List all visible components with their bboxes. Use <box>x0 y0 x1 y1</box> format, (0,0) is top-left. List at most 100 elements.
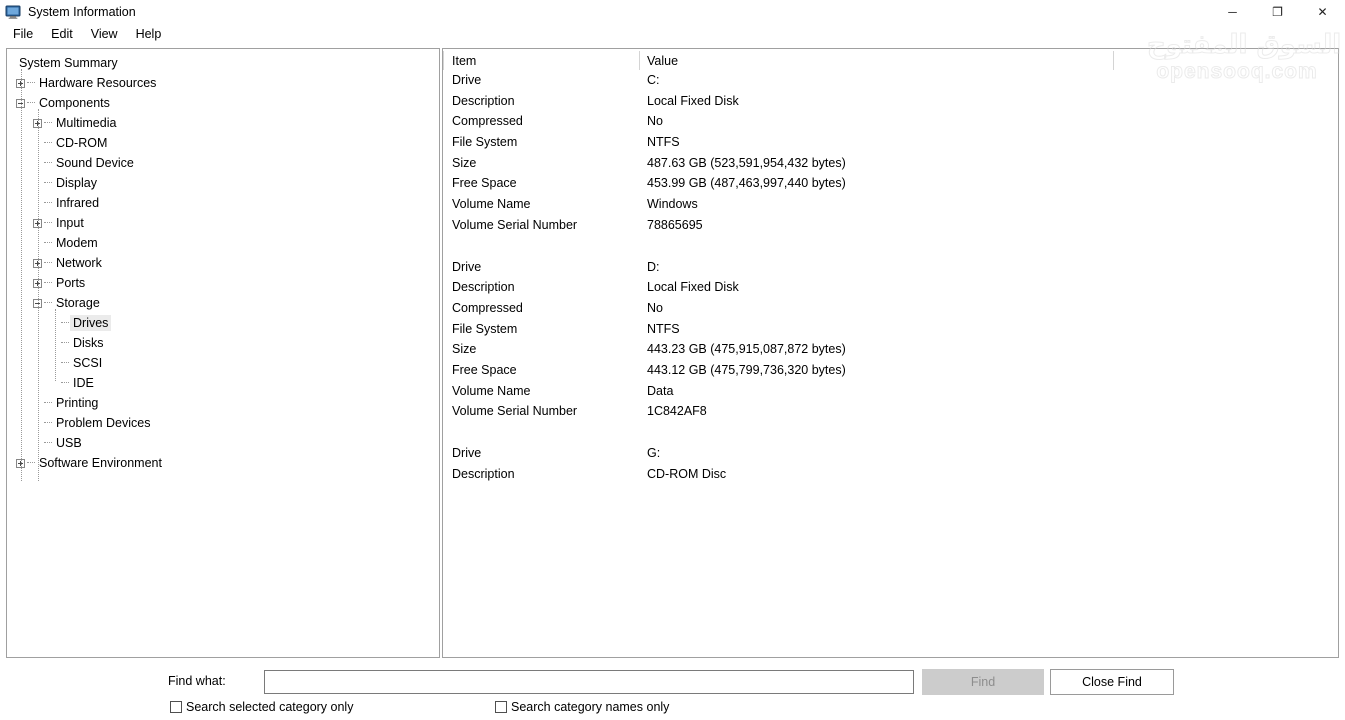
tree-item-system-summary[interactable]: System Summary <box>7 53 439 73</box>
tree-item-label: Drives <box>70 315 112 331</box>
close-find-button[interactable]: Close Find <box>1050 669 1174 695</box>
detail-cell-value: No <box>647 114 663 129</box>
detail-cell-value: C: <box>647 73 660 87</box>
detail-cell-item: Size <box>452 155 477 170</box>
tree-item-drives[interactable]: Drives <box>7 313 439 333</box>
find-bar: Find what: Find Close Find Search select… <box>0 662 1345 720</box>
detail-row[interactable]: Description CD-ROM Disc <box>443 465 1338 486</box>
tree-item-input[interactable]: Input <box>7 213 439 233</box>
tree-connector <box>44 202 52 204</box>
close-icon[interactable]: ✕ <box>1300 0 1345 24</box>
tree-connector <box>44 442 52 444</box>
detail-cell-item: Free Space <box>452 362 517 377</box>
detail-list-rows: Drive C: Description Local Fixed Disk Compre… <box>443 71 1338 485</box>
menu-item-file[interactable]: File <box>7 25 42 43</box>
tree-connector <box>27 102 35 104</box>
tree-guide-line <box>38 109 39 481</box>
detail-cell-item: Description <box>452 93 515 108</box>
detail-row[interactable]: Volume Serial Number 78865695 <box>443 216 1338 237</box>
detail-row[interactable]: File System NTFS <box>443 320 1338 341</box>
search-category-names-label: Search category names only <box>511 700 670 714</box>
tree-item-sound-device[interactable]: Sound Device <box>7 153 439 173</box>
tree-connector <box>44 302 52 304</box>
detail-row[interactable]: Size 443.23 GB (475,915,087,872 bytes) <box>443 340 1338 361</box>
tree-connector <box>44 142 52 144</box>
detail-row[interactable]: Compressed No <box>443 299 1338 320</box>
detail-cell-value: Data <box>647 383 674 398</box>
detail-cell-value: D: <box>647 259 660 274</box>
tree-item-label: Hardware Resources <box>39 76 157 90</box>
column-header-item[interactable]: Item <box>452 54 476 68</box>
detail-cell-value: 78865695 <box>647 217 703 232</box>
find-button[interactable]: Find <box>922 669 1044 695</box>
tree-connector <box>44 162 52 164</box>
tree-item-label: Problem Devices <box>56 416 151 430</box>
detail-row[interactable]: Volume Name Data <box>443 382 1338 403</box>
tree-item-label: Infrared <box>56 196 100 210</box>
tree-item-network[interactable]: Network <box>7 253 439 273</box>
maximize-icon[interactable]: ❐ <box>1255 0 1300 24</box>
detail-row[interactable]: Compressed No <box>443 112 1338 133</box>
tree-item-storage[interactable]: Storage <box>7 293 439 313</box>
search-category-names-checkbox[interactable]: Search category names only <box>495 700 669 714</box>
detail-row-spacer <box>443 237 1338 258</box>
minimize-icon[interactable]: ─ <box>1210 0 1255 24</box>
detail-row[interactable]: File System NTFS <box>443 133 1338 154</box>
detail-cell-value: 453.99 GB (487,463,997,440 bytes) <box>647 176 846 191</box>
find-input[interactable] <box>264 670 914 694</box>
detail-cell-value: Local Fixed Disk <box>647 280 739 295</box>
detail-list-panel: Item Value Drive C: Description Local Fixed… <box>442 48 1339 658</box>
detail-row[interactable]: Drive C: <box>443 71 1338 92</box>
tree-item-cd-rom[interactable]: CD-ROM <box>7 133 439 153</box>
column-header-value[interactable]: Value <box>647 54 678 68</box>
checkbox-box-icon[interactable] <box>495 701 507 713</box>
detail-list-header: Item Value <box>443 49 1338 71</box>
tree-item-components[interactable]: Components <box>7 93 439 113</box>
detail-cell-item: Description <box>452 466 515 481</box>
menu-item-view[interactable]: View <box>85 25 127 43</box>
tree-item-ports[interactable]: Ports <box>7 273 439 293</box>
detail-row[interactable]: Size 487.63 GB (523,591,954,432 bytes) <box>443 154 1338 175</box>
column-separator[interactable] <box>639 51 640 70</box>
detail-row[interactable]: Description Local Fixed Disk <box>443 92 1338 113</box>
detail-row[interactable]: Volume Serial Number 1C842AF8 <box>443 402 1338 423</box>
menu-item-edit[interactable]: Edit <box>45 25 82 43</box>
tree-guide-line <box>55 309 56 381</box>
detail-row[interactable]: Free Space 443.12 GB (475,799,736,320 byt… <box>443 361 1338 382</box>
tree-guide-line <box>21 69 22 481</box>
detail-cell-value: CD-ROM Disc <box>647 466 727 481</box>
search-selected-category-checkbox[interactable]: Search selected category only <box>170 700 353 714</box>
detail-cell-item: Compressed <box>452 114 523 129</box>
tree-connector <box>61 342 69 344</box>
detail-row[interactable]: Drive D: <box>443 258 1338 279</box>
detail-cell-value: 443.23 GB (475,915,087,872 bytes) <box>647 342 846 357</box>
tree-item-disks[interactable]: Disks <box>7 333 439 353</box>
detail-row[interactable]: Volume Name Windows <box>443 195 1338 216</box>
detail-cell-value: G: <box>647 446 661 460</box>
detail-cell-item: Volume Serial Number <box>452 217 578 232</box>
detail-cell-value: No <box>647 300 663 315</box>
tree-item-usb[interactable]: USB <box>7 433 439 453</box>
tree-item-problem-devices[interactable]: Problem Devices <box>7 413 439 433</box>
detail-row[interactable]: Description Local Fixed Disk <box>443 278 1338 299</box>
tree-item-modem[interactable]: Modem <box>7 233 439 253</box>
column-separator <box>443 51 444 70</box>
tree-item-printing[interactable]: Printing <box>7 393 439 413</box>
detail-cell-value: 1C842AF8 <box>647 404 707 419</box>
tree-item-ide[interactable]: IDE <box>7 373 439 393</box>
detail-row[interactable]: Drive G: <box>443 444 1338 465</box>
tree-item-multimedia[interactable]: Multimedia <box>7 113 439 133</box>
find-what-label: Find what: <box>168 674 226 688</box>
tree-item-scsi[interactable]: SCSI <box>7 353 439 373</box>
detail-cell-item: Compressed <box>452 300 523 315</box>
tree-item-hardware-resources[interactable]: Hardware Resources <box>7 73 439 93</box>
column-separator[interactable] <box>1113 51 1114 70</box>
tree-connector <box>27 82 35 84</box>
window-title: System Information <box>28 5 136 19</box>
detail-row[interactable]: Free Space 453.99 GB (487,463,997,440 byt… <box>443 174 1338 195</box>
tree-item-infrared[interactable]: Infrared <box>7 193 439 213</box>
checkbox-box-icon[interactable] <box>170 701 182 713</box>
tree-item-display[interactable]: Display <box>7 173 439 193</box>
menu-item-help[interactable]: Help <box>130 25 171 43</box>
tree-item-software-environment[interactable]: Software Environment <box>7 453 439 473</box>
